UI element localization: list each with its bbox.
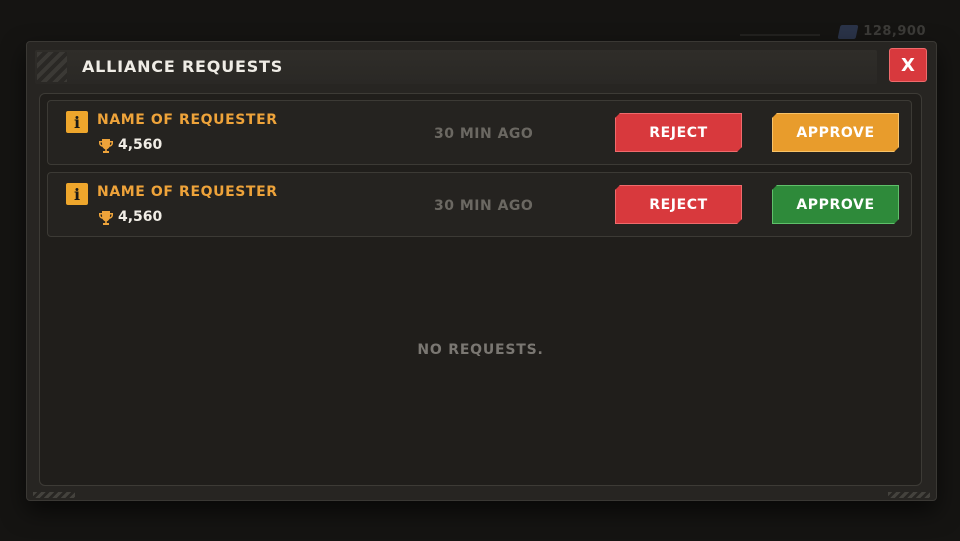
approve-button[interactable]: APPROVE: [772, 113, 899, 152]
close-icon: X: [901, 54, 915, 76]
trophy-icon: [99, 211, 113, 225]
request-time: 30 MIN AGO: [434, 126, 534, 142]
corner-hatch-decoration: [888, 492, 930, 498]
requester-name[interactable]: NAME OF REQUESTER: [97, 184, 278, 200]
reject-button[interactable]: REJECT: [615, 113, 742, 152]
request-row: i NAME OF REQUESTER 4,560 30 MIN AGO REJ…: [47, 100, 912, 165]
resource-value: 128,900: [863, 24, 926, 39]
modal-title: ALLIANCE REQUESTS: [82, 57, 284, 76]
trophy-score: 4,560: [118, 137, 163, 153]
close-button[interactable]: X: [889, 48, 927, 82]
request-row: i NAME OF REQUESTER 4,560 30 MIN AGO REJ…: [47, 172, 912, 237]
title-bar: ALLIANCE REQUESTS: [35, 50, 877, 84]
info-icon[interactable]: i: [66, 111, 88, 133]
trophy-score: 4,560: [118, 209, 163, 225]
background-divider: [740, 34, 820, 36]
trophy-icon: [99, 139, 113, 153]
corner-hatch-decoration: [33, 492, 75, 498]
info-icon[interactable]: i: [66, 183, 88, 205]
gem-icon: [837, 24, 859, 39]
requests-list: i NAME OF REQUESTER 4,560 30 MIN AGO REJ…: [39, 93, 922, 486]
requester-name[interactable]: NAME OF REQUESTER: [97, 112, 278, 128]
empty-state-message: NO REQUESTS.: [417, 342, 544, 358]
title-hatch-decoration: [37, 52, 67, 82]
request-time: 30 MIN AGO: [434, 198, 534, 214]
reject-button[interactable]: REJECT: [615, 185, 742, 224]
resource-counter: 128,900: [837, 24, 926, 39]
alliance-requests-modal: ALLIANCE REQUESTS X i NAME OF REQUESTER …: [26, 41, 937, 501]
approve-button[interactable]: APPROVE: [772, 185, 899, 224]
